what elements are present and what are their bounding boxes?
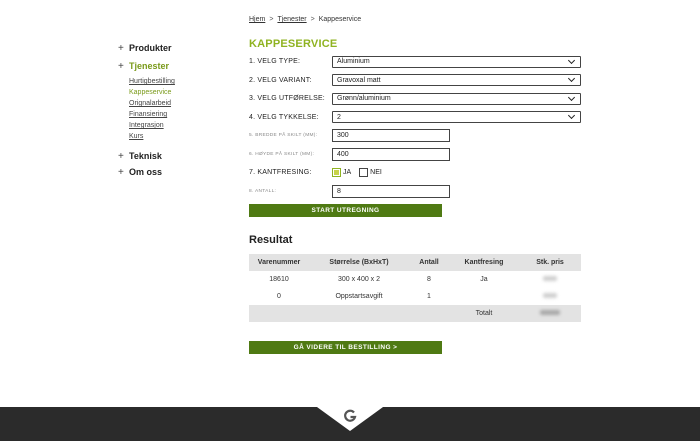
width-row: 5. BREDDE PÅ SKILT (MM): 300 bbox=[249, 127, 581, 144]
qty-row: 8. ANTALL: 8 bbox=[249, 183, 581, 200]
type-select-value: Aluminium bbox=[337, 58, 370, 65]
sidebar-item-label: Produkter bbox=[129, 43, 172, 53]
redacted-price bbox=[543, 293, 557, 298]
total-row: Totalt bbox=[249, 305, 581, 322]
sidebar-item-about[interactable]: + Om oss bbox=[118, 164, 228, 180]
breadcrumb-separator: > bbox=[310, 16, 315, 23]
thickness-label: 4. VELG TYKKELSE: bbox=[249, 113, 319, 121]
cell-quantity: 8 bbox=[427, 276, 431, 283]
table-row: 0 Oppstartsavgift 1 bbox=[249, 288, 581, 305]
type-row: 1. VELG TYPE: Aluminium bbox=[249, 53, 581, 70]
cell-quantity: 1 bbox=[427, 293, 431, 300]
finish-row: 3. VELG UTFØRELSE: Grønn/aluminium bbox=[249, 90, 581, 107]
plus-icon: + bbox=[118, 60, 124, 72]
sidebar-subitem-kappeservice[interactable]: Kappeservice bbox=[129, 87, 228, 98]
cell-edge: Ja bbox=[480, 276, 488, 283]
sidebar-item-label: Om oss bbox=[129, 167, 163, 177]
total-label: Totalt bbox=[449, 305, 519, 322]
sidebar-subitem-integrasjon[interactable]: Integrasjon bbox=[129, 120, 228, 131]
edge-label: 7. KANTFRESING: bbox=[249, 169, 312, 176]
breadcrumb: Hjem > Tjenester > Kappeservice bbox=[249, 16, 361, 23]
cell-price-redacted bbox=[519, 271, 581, 288]
breadcrumb-services[interactable]: Tjenester bbox=[277, 16, 306, 23]
cell-size: 300 x 400 x 2 bbox=[337, 276, 381, 283]
edge-no-checkbox[interactable]: NEI bbox=[359, 168, 382, 177]
cell-item-number: 18610 bbox=[269, 276, 289, 283]
variant-label: 2. VELG VARIANT: bbox=[249, 76, 312, 84]
sidebar-submenu: Hurtigbestilling Kappeservice Orignalarb… bbox=[129, 76, 228, 142]
qty-input[interactable]: 8 bbox=[332, 184, 450, 198]
sidebar-subitem-kurs[interactable]: Kurs bbox=[129, 131, 228, 142]
thickness-row: 4. VELG TYKKELSE: 2 bbox=[249, 109, 581, 126]
type-select[interactable]: Aluminium bbox=[332, 55, 581, 68]
table-header-row: Varenummer Størrelse (BxHxT) Antall Kant… bbox=[249, 254, 581, 271]
result-title: Resultat bbox=[249, 234, 293, 246]
finish-select-value: Grønn/aluminium bbox=[337, 95, 391, 102]
column-header: Stk. pris bbox=[519, 254, 581, 271]
qty-label: 8. ANTALL: bbox=[249, 188, 277, 194]
sidebar-item-services[interactable]: + Tjenester bbox=[118, 58, 228, 74]
cell-item-number: 0 bbox=[277, 293, 281, 300]
checkbox-unchecked-icon bbox=[359, 168, 369, 177]
table-row: 18610 300 x 400 x 2 8 Ja bbox=[249, 271, 581, 288]
column-header: Kantfresing bbox=[449, 254, 519, 271]
total-price-redacted bbox=[519, 305, 581, 322]
finish-label: 3. VELG UTFØRELSE: bbox=[249, 95, 325, 102]
type-label: 1. VELG TYPE: bbox=[249, 58, 301, 65]
column-header: Antall bbox=[409, 254, 449, 271]
edge-no-label: NEI bbox=[370, 169, 382, 176]
redacted-price bbox=[543, 276, 557, 281]
page-title: KAPPESERVICE bbox=[249, 38, 338, 50]
variant-row: 2. VELG VARIANT: Gravoxal matt bbox=[249, 72, 581, 89]
cell-size: Oppstartsavgift bbox=[335, 293, 383, 300]
column-header: Varenummer bbox=[249, 254, 309, 271]
sidebar-subitem-finansiering[interactable]: Finansiering bbox=[129, 109, 228, 120]
thickness-select[interactable]: 2 bbox=[332, 111, 581, 123]
sidebar-item-products[interactable]: + Produkter bbox=[118, 40, 228, 56]
variant-select-value: Gravoxal matt bbox=[337, 76, 381, 84]
thickness-select-value: 2 bbox=[337, 113, 341, 121]
redacted-total bbox=[540, 310, 560, 315]
width-label: 5. BREDDE PÅ SKILT (MM): bbox=[249, 133, 318, 138]
plus-icon: + bbox=[118, 166, 124, 178]
plus-icon: + bbox=[118, 42, 124, 54]
width-input[interactable]: 300 bbox=[332, 129, 450, 142]
chevron-down-icon bbox=[567, 93, 576, 101]
sidebar-item-label: Tjenester bbox=[129, 61, 170, 71]
height-label: 6. HØYDE PÅ SKILT (MM): bbox=[249, 151, 315, 157]
edge-row: 7. KANTFRESING: JA NEI bbox=[249, 164, 581, 181]
variant-select[interactable]: Gravoxal matt bbox=[332, 74, 581, 86]
continue-to-order-button[interactable]: GÅ VIDERE TIL BESTILLING > bbox=[249, 341, 442, 354]
sidebar-item-technical[interactable]: + Teknisk bbox=[118, 148, 228, 164]
g-logo-icon[interactable] bbox=[342, 408, 358, 424]
result-table: Varenummer Størrelse (BxHxT) Antall Kant… bbox=[249, 254, 581, 322]
sidebar-subitem-hurtigbestilling[interactable]: Hurtigbestilling bbox=[129, 76, 228, 87]
breadcrumb-separator: > bbox=[269, 16, 274, 23]
chevron-down-icon bbox=[567, 56, 576, 64]
sidebar: + Produkter + Tjenester Hurtigbestilling… bbox=[118, 40, 228, 180]
edge-options: JA NEI bbox=[332, 168, 382, 177]
chevron-down-icon bbox=[567, 111, 576, 120]
calculator-form: KAPPESERVICE 1. VELG TYPE: Aluminium 2. … bbox=[249, 38, 581, 201]
height-row: 6. HØYDE PÅ SKILT (MM): 400 bbox=[249, 146, 581, 163]
chevron-down-icon bbox=[567, 74, 576, 83]
height-input[interactable]: 400 bbox=[332, 147, 450, 161]
breadcrumb-current: Kappeservice bbox=[318, 16, 362, 23]
cell-price-redacted bbox=[519, 288, 581, 305]
edge-yes-label: JA bbox=[343, 169, 352, 176]
sidebar-subitem-orignalarbeid[interactable]: Orignalarbeid bbox=[129, 98, 228, 109]
sidebar-item-label: Teknisk bbox=[129, 151, 162, 161]
start-calculation-button[interactable]: START UTREGNING bbox=[249, 204, 442, 217]
cell-edge bbox=[449, 288, 519, 305]
column-header: Størrelse (BxHxT) bbox=[309, 254, 409, 271]
breadcrumb-home[interactable]: Hjem bbox=[249, 16, 265, 23]
checkbox-checked-icon bbox=[332, 168, 341, 177]
finish-select[interactable]: Grønn/aluminium bbox=[332, 92, 581, 105]
plus-icon: + bbox=[118, 150, 124, 162]
edge-yes-checkbox[interactable]: JA bbox=[332, 168, 351, 177]
